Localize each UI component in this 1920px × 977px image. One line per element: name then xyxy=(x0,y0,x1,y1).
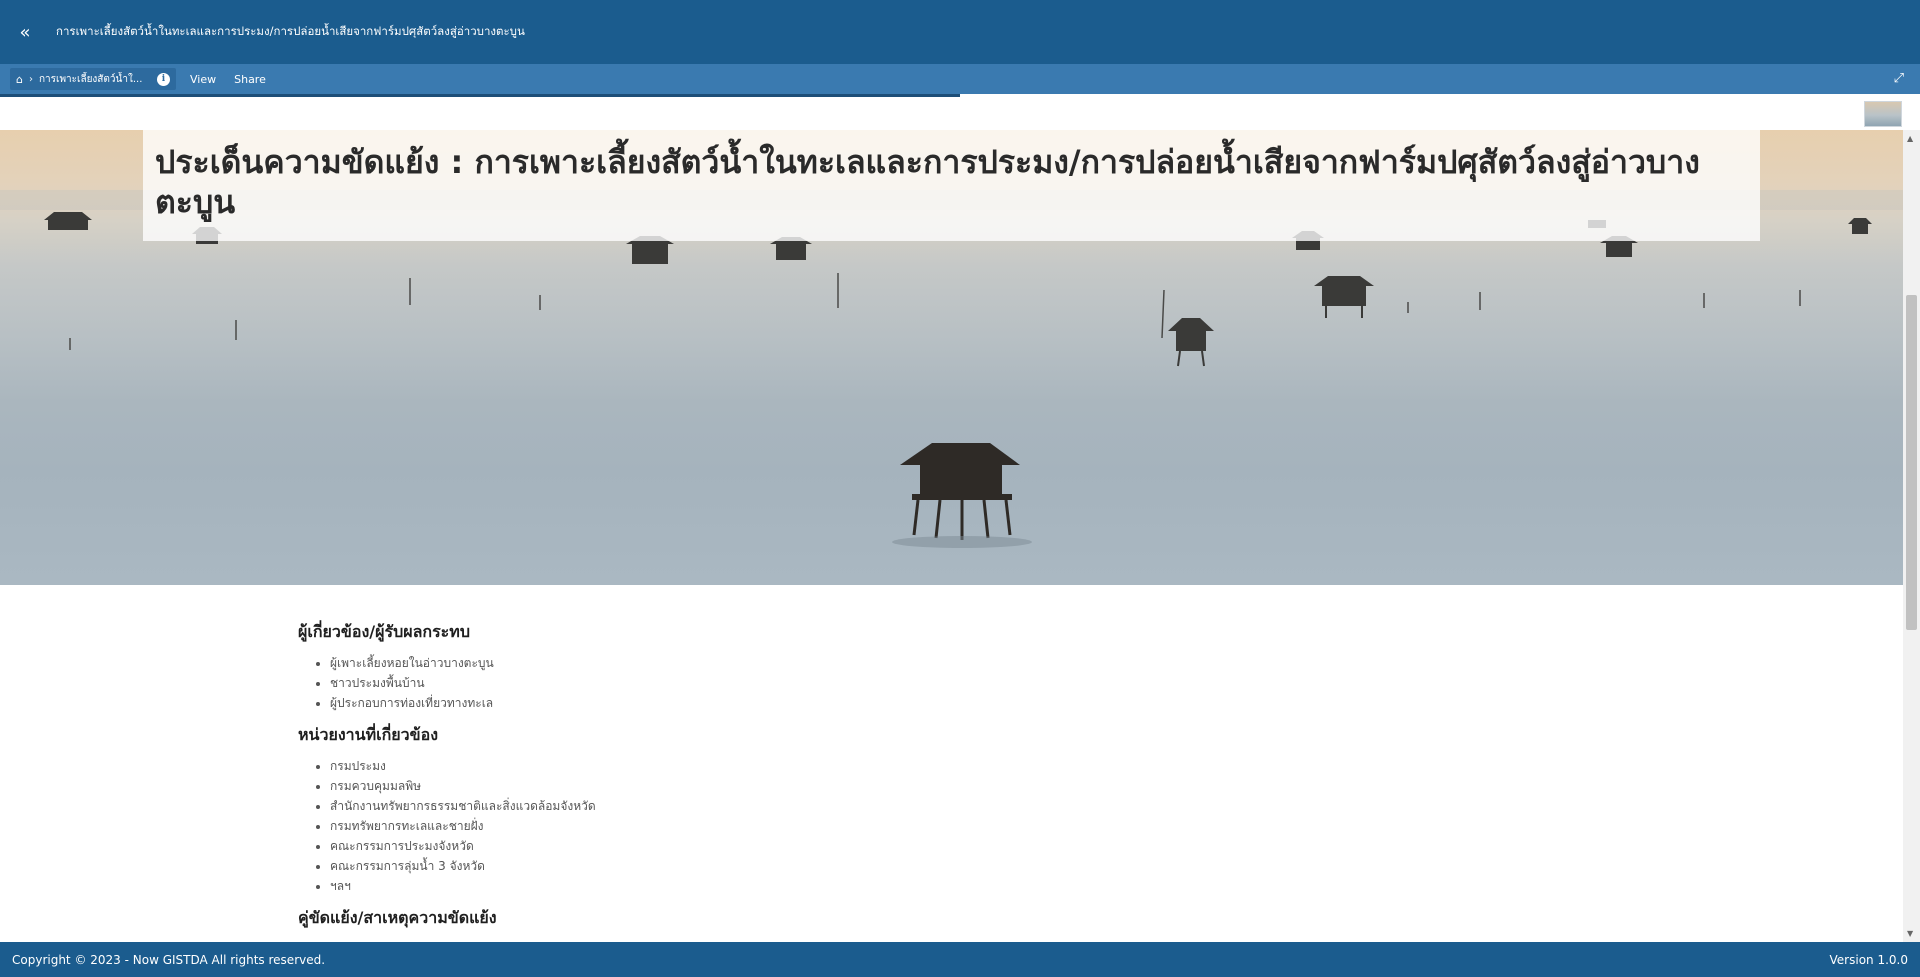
version-text: Version 1.0.0 xyxy=(1829,952,1908,967)
stakeholder-list: ผู้เพาะเลี้ยงหอยในอ่าวบางตะบูน ชาวประมงพ… xyxy=(330,653,1198,713)
list-item: กรมควบคุมมลพิษ xyxy=(330,776,1198,796)
scroll-up-icon[interactable]: ▲ xyxy=(1907,134,1913,143)
list-item: ฯลฯ xyxy=(330,876,1198,896)
list-item: คณะกรรมการประมงจังหวัด xyxy=(330,836,1198,856)
list-item: คณะกรรมการลุ่มน้ำ 3 จังหวัด xyxy=(330,856,1198,876)
scroll-down-icon[interactable]: ▼ xyxy=(1907,929,1913,938)
breadcrumb[interactable]: ⌂ › การเพาะเลี้ยงสัตว์น้ำใ... i xyxy=(10,68,176,90)
section-heading-agencies: หน่วยงานที่เกี่ยวข้อง xyxy=(298,725,438,744)
share-button[interactable]: Share xyxy=(234,73,266,86)
app-header: « การเพาะเลี้ยงสัตว์น้ำในทะเลและการประมง… xyxy=(0,0,1920,64)
hero-image: ประเด็นความขัดแย้ง : การเพาะเลี้ยงสัตว์น… xyxy=(0,130,1903,585)
app-title: การเพาะเลี้ยงสัตว์น้ำในทะเลและการประมง/ก… xyxy=(56,24,525,38)
secondary-nav: ⌂ › การเพาะเลี้ยงสัตว์น้ำใ... i View Sha… xyxy=(0,64,1920,94)
agency-list: กรมประมง กรมควบคุมมลพิษ สำนักงานทรัพยากร… xyxy=(330,756,1198,896)
page-title: ประเด็นความขัดแย้ง : การเพาะเลี้ยงสัตว์น… xyxy=(155,143,1700,221)
scrollbar[interactable]: ▲ ▼ xyxy=(1903,130,1920,942)
story-thumbnail[interactable] xyxy=(1864,101,1902,127)
chevron-right-icon: › xyxy=(28,73,33,85)
list-item: ผู้ประกอบการท่องเที่ยวทางทะเล xyxy=(330,693,1198,713)
view-button[interactable]: View xyxy=(190,73,216,86)
section-heading-stakeholders: ผู้เกี่ยวข้อง/ผู้รับผลกระทบ xyxy=(298,622,470,641)
section-heading-conflict: คู่ขัดแย้ง/สาเหตุความขัดแย้ง xyxy=(298,908,497,927)
breadcrumb-label[interactable]: การเพาะเลี้ยงสัตว์น้ำใ... xyxy=(39,72,151,87)
list-item: ชาวประมงพื้นบ้าน xyxy=(330,673,1198,693)
expand-icon[interactable]: ⤢ xyxy=(1894,71,1904,86)
list-item: สำนักงานทรัพยากรธรรมชาติและสิ่งแวดล้อมจั… xyxy=(330,796,1198,816)
app-footer: Copyright © 2023 - Now GISTDA All rights… xyxy=(0,942,1920,977)
scrollbar-thumb[interactable] xyxy=(1906,295,1917,630)
double-chevron-left-icon[interactable]: « xyxy=(0,0,50,64)
list-item: กรมทรัพยากรทะเลและชายฝั่ง xyxy=(330,816,1198,836)
progress-bar xyxy=(0,94,960,97)
list-item: ผู้เพาะเลี้ยงหอยในอ่าวบางตะบูน xyxy=(330,653,1198,673)
home-icon[interactable]: ⌂ xyxy=(16,73,23,86)
hero-title-band: ประเด็นความขัดแย้ง : การเพาะเลี้ยงสัตว์น… xyxy=(143,130,1760,241)
list-item: กรมประมง xyxy=(330,756,1198,776)
copyright-text: Copyright © 2023 - Now GISTDA All rights… xyxy=(12,952,326,967)
info-icon[interactable]: i xyxy=(157,72,170,86)
article-body: ผู้เกี่ยวข้อง/ผู้รับผลกระทบ ผู้เพาะเลี้ย… xyxy=(298,620,1198,939)
